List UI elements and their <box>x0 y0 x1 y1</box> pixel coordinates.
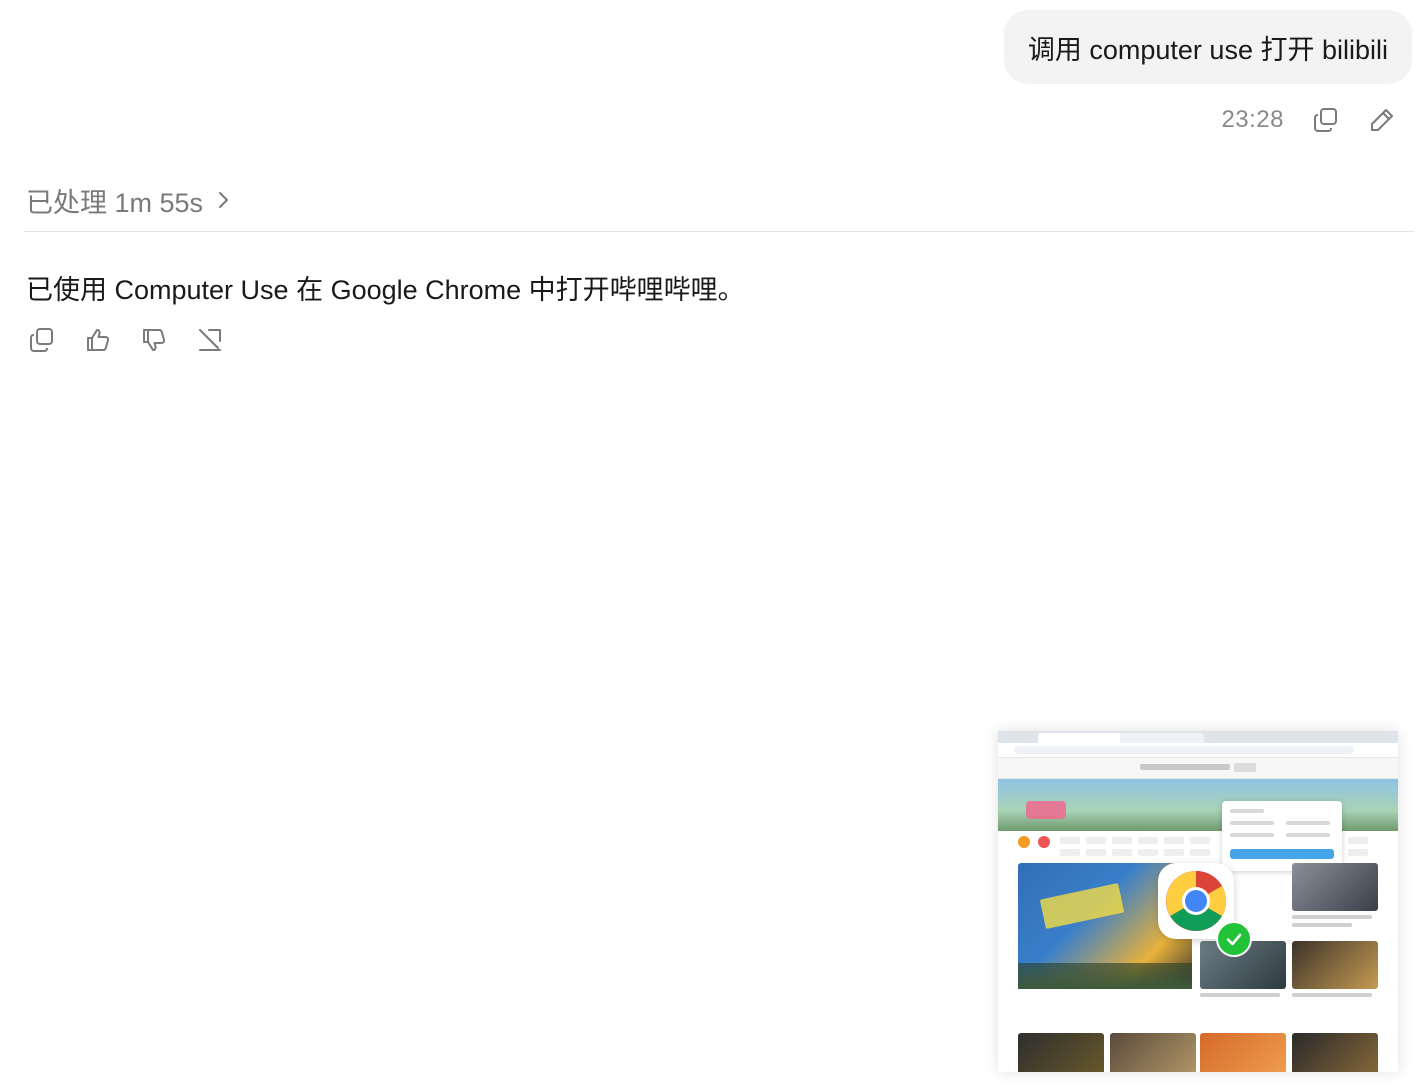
thumb-popup-line <box>1286 821 1330 825</box>
thumb-banner-button <box>1234 763 1256 772</box>
thumb-popup-line <box>1230 833 1274 837</box>
thumb-toolbar <box>998 743 1398 758</box>
thumb-video-card <box>1110 1033 1196 1072</box>
thumb-chip <box>1138 837 1158 844</box>
user-message-text: 调用 computer use 打开 bilibili <box>1027 34 1388 65</box>
chevron-right-icon <box>219 192 229 208</box>
thumb-video-card <box>1292 863 1378 911</box>
thumb-banner-text <box>1140 764 1230 770</box>
thumb-site-logo <box>1026 801 1066 819</box>
thumbs-up-icon[interactable] <box>84 326 112 354</box>
thumbs-down-icon[interactable] <box>140 326 168 354</box>
thumb-popup-line <box>1230 821 1274 825</box>
thumb-video-card <box>1200 1033 1286 1072</box>
thumb-chip <box>1086 837 1106 844</box>
thumb-card-line <box>1292 993 1372 997</box>
thumb-popup-button <box>1230 849 1334 859</box>
thumb-chip <box>1164 849 1184 856</box>
thumb-chip <box>1348 849 1368 856</box>
thumb-video-card <box>1292 941 1378 989</box>
thumb-chip <box>1086 849 1106 856</box>
thumb-chip <box>1190 849 1210 856</box>
thumb-featured-caption <box>1018 963 1192 989</box>
thumb-tab-bar <box>998 731 1398 743</box>
thumb-chip <box>1060 849 1080 856</box>
message-timestamp: 23:28 <box>1221 106 1284 133</box>
screenshot-thumbnail[interactable] <box>998 731 1398 1072</box>
thumb-video-card <box>1018 1033 1104 1072</box>
thumb-tab <box>1038 733 1122 743</box>
user-message-meta: 23:28 <box>1221 100 1396 140</box>
check-icon <box>1216 921 1252 957</box>
thumb-popup-line <box>1230 809 1264 813</box>
thumb-card-line <box>1200 993 1280 997</box>
processed-toggle[interactable]: 已处理 1m 55s <box>26 180 233 220</box>
user-message-bubble: 调用 computer use 打开 bilibili <box>1003 10 1412 84</box>
copy-icon[interactable] <box>1312 106 1340 134</box>
thumb-card-line <box>1292 923 1352 927</box>
thumb-address-bar <box>1014 746 1354 754</box>
thumb-chip <box>1112 837 1132 844</box>
assistant-actions <box>28 326 224 354</box>
assistant-message-text: 已使用 Computer Use 在 Google Chrome 中打开哔哩哔哩… <box>26 275 745 305</box>
thumb-chip <box>1190 837 1210 844</box>
thumb-chip <box>1112 849 1132 856</box>
thumb-featured-title <box>1039 883 1125 929</box>
processed-label: 已处理 1m 55s <box>26 187 204 218</box>
thumb-chip <box>1348 837 1368 844</box>
thumb-chip <box>1164 837 1184 844</box>
thumb-popup-line <box>1286 833 1330 837</box>
thumb-login-popup <box>1222 801 1342 871</box>
thumb-chip <box>1060 837 1080 844</box>
copy-icon[interactable] <box>28 326 56 354</box>
thumb-video-card <box>1292 1033 1378 1072</box>
thumb-default-browser-banner <box>998 758 1398 779</box>
share-icon[interactable] <box>196 326 224 354</box>
chat-page: 调用 computer use 打开 bilibili 23:28 已处理 1m… <box>0 0 1424 1084</box>
edit-icon[interactable] <box>1368 106 1396 134</box>
thumb-chip <box>1138 849 1158 856</box>
thumb-tab <box>1120 733 1204 743</box>
thumb-card-line <box>1292 915 1372 919</box>
thumb-nav-dot <box>1018 836 1030 848</box>
thumb-nav-dot <box>1038 836 1050 848</box>
divider <box>24 231 1414 232</box>
